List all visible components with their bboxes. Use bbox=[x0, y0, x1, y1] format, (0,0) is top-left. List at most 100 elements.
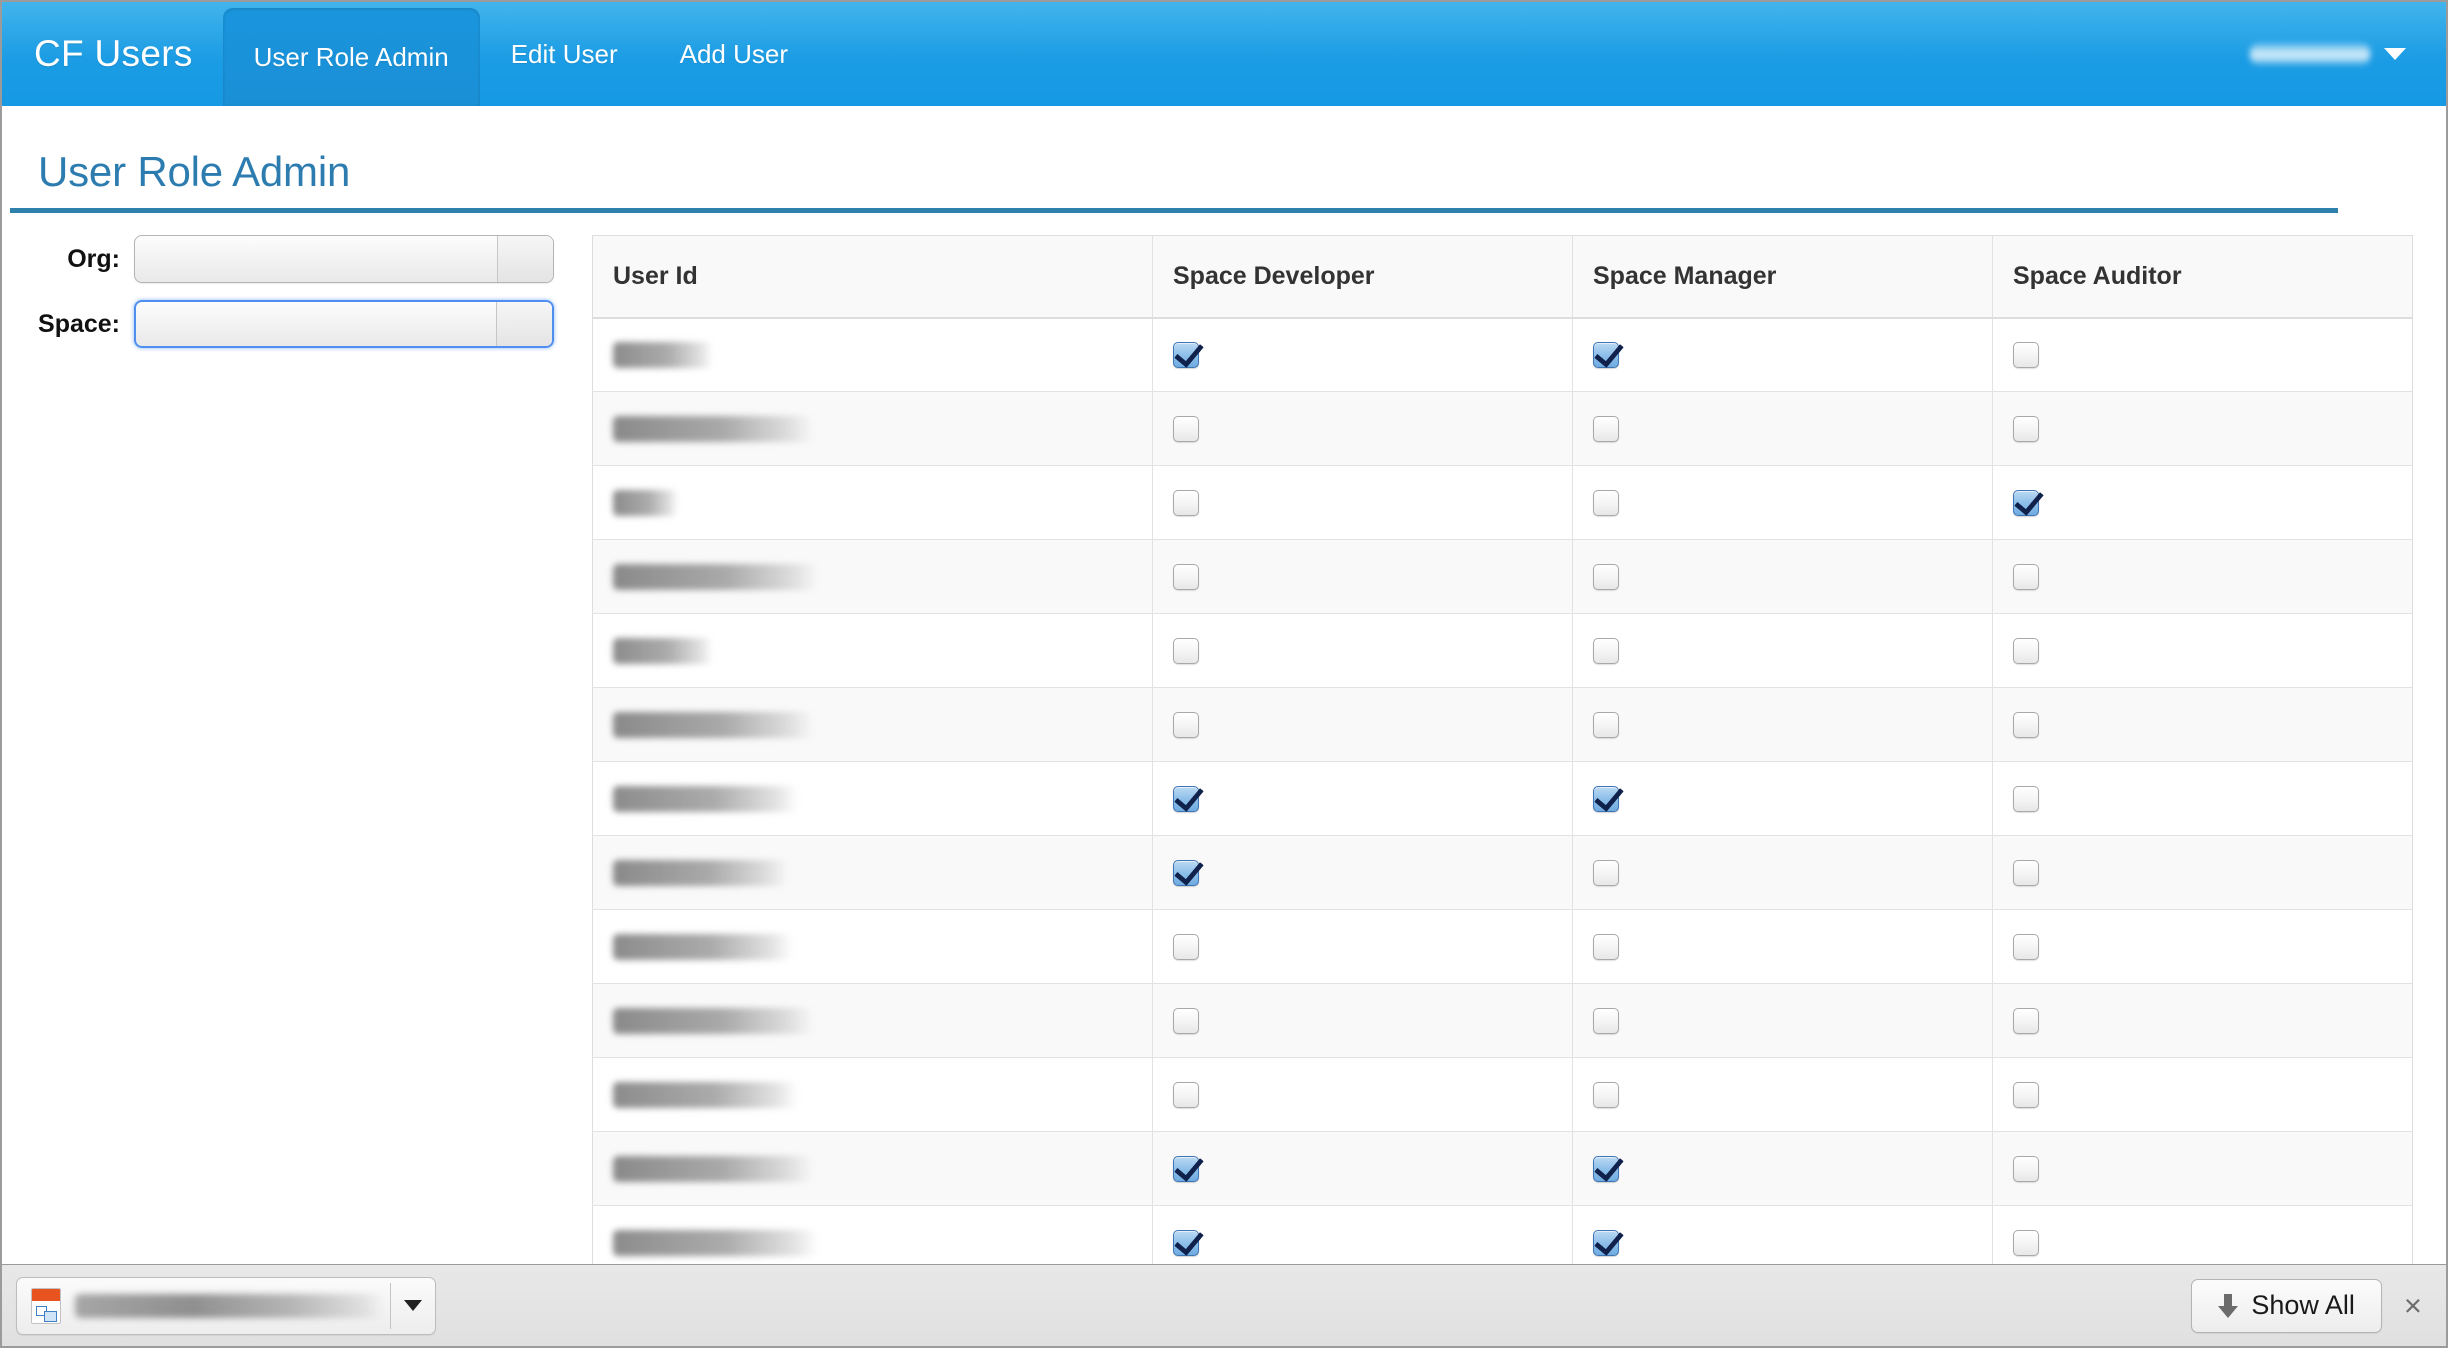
table-row bbox=[593, 762, 2413, 836]
download-arrow-icon bbox=[2218, 1294, 2238, 1318]
cell-user-id bbox=[593, 466, 1153, 540]
user-id-value bbox=[613, 934, 793, 960]
space-developer-checkbox[interactable] bbox=[1173, 490, 1199, 516]
space-manager-checkbox[interactable] bbox=[1593, 1230, 1619, 1256]
table-row bbox=[593, 688, 2413, 762]
space-developer-checkbox[interactable] bbox=[1173, 934, 1199, 960]
user-menu-label bbox=[2250, 43, 2370, 65]
space-manager-checkbox[interactable] bbox=[1593, 786, 1619, 812]
table-row bbox=[593, 984, 2413, 1058]
space-manager-checkbox[interactable] bbox=[1593, 1008, 1619, 1034]
space-developer-checkbox[interactable] bbox=[1173, 1082, 1199, 1108]
column-header-user-id: User Id bbox=[593, 236, 1153, 318]
cell-space-developer bbox=[1153, 1058, 1573, 1132]
table-header-row: User Id Space Developer Space Manager Sp… bbox=[593, 236, 2413, 318]
cell-space-developer bbox=[1153, 392, 1573, 466]
cell-space-manager bbox=[1573, 836, 1993, 910]
cell-space-auditor bbox=[1993, 614, 2413, 688]
user-id-value bbox=[613, 712, 813, 738]
space-developer-checkbox[interactable] bbox=[1173, 564, 1199, 590]
user-menu[interactable] bbox=[2250, 2, 2446, 106]
table-row bbox=[593, 1058, 2413, 1132]
powerpoint-file-icon bbox=[31, 1288, 61, 1324]
space-label: Space: bbox=[32, 310, 134, 339]
cell-user-id bbox=[593, 392, 1153, 466]
space-auditor-checkbox[interactable] bbox=[2013, 1008, 2039, 1034]
space-auditor-checkbox[interactable] bbox=[2013, 1230, 2039, 1256]
space-auditor-checkbox[interactable] bbox=[2013, 638, 2039, 664]
space-manager-checkbox[interactable] bbox=[1593, 416, 1619, 442]
space-manager-checkbox[interactable] bbox=[1593, 934, 1619, 960]
space-manager-checkbox[interactable] bbox=[1593, 342, 1619, 368]
cell-space-auditor bbox=[1993, 836, 2413, 910]
table-row bbox=[593, 540, 2413, 614]
user-id-value bbox=[613, 1156, 813, 1182]
cell-space-manager bbox=[1573, 614, 1993, 688]
cell-space-auditor bbox=[1993, 1132, 2413, 1206]
space-developer-checkbox[interactable] bbox=[1173, 786, 1199, 812]
user-roles-table: User Id Space Developer Space Manager Sp… bbox=[592, 235, 2413, 1280]
space-select[interactable] bbox=[134, 300, 554, 348]
space-auditor-checkbox[interactable] bbox=[2013, 564, 2039, 590]
user-id-value bbox=[613, 638, 713, 664]
cell-space-developer bbox=[1153, 318, 1573, 392]
space-auditor-checkbox[interactable] bbox=[2013, 416, 2039, 442]
space-developer-checkbox[interactable] bbox=[1173, 1008, 1199, 1034]
cell-space-auditor bbox=[1993, 466, 2413, 540]
user-id-value bbox=[613, 1008, 813, 1034]
cell-space-developer bbox=[1153, 910, 1573, 984]
space-developer-checkbox[interactable] bbox=[1173, 1230, 1199, 1256]
space-auditor-checkbox[interactable] bbox=[2013, 1156, 2039, 1182]
cell-space-auditor bbox=[1993, 762, 2413, 836]
filter-form: Org: Space: bbox=[2, 235, 592, 365]
table-row bbox=[593, 392, 2413, 466]
space-developer-checkbox[interactable] bbox=[1173, 860, 1199, 886]
space-auditor-checkbox[interactable] bbox=[2013, 786, 2039, 812]
download-item[interactable] bbox=[16, 1277, 436, 1335]
user-id-value bbox=[613, 860, 788, 886]
space-manager-checkbox[interactable] bbox=[1593, 1156, 1619, 1182]
space-manager-checkbox[interactable] bbox=[1593, 712, 1619, 738]
close-download-bar-button[interactable]: × bbox=[2404, 1290, 2422, 1321]
nav-item-edit-user[interactable]: Edit User bbox=[480, 2, 649, 106]
space-developer-checkbox[interactable] bbox=[1173, 416, 1199, 442]
space-auditor-checkbox[interactable] bbox=[2013, 712, 2039, 738]
cell-user-id bbox=[593, 318, 1153, 392]
space-auditor-checkbox[interactable] bbox=[2013, 860, 2039, 886]
space-developer-checkbox[interactable] bbox=[1173, 638, 1199, 664]
space-developer-checkbox[interactable] bbox=[1173, 1156, 1199, 1182]
cell-space-auditor bbox=[1993, 910, 2413, 984]
cell-space-auditor bbox=[1993, 318, 2413, 392]
space-manager-checkbox[interactable] bbox=[1593, 564, 1619, 590]
column-header-space-manager: Space Manager bbox=[1573, 236, 1993, 318]
user-id-value bbox=[613, 1230, 818, 1256]
space-auditor-checkbox[interactable] bbox=[2013, 1082, 2039, 1108]
space-auditor-checkbox[interactable] bbox=[2013, 490, 2039, 516]
space-manager-checkbox[interactable] bbox=[1593, 860, 1619, 886]
space-auditor-checkbox[interactable] bbox=[2013, 342, 2039, 368]
cell-space-developer bbox=[1153, 540, 1573, 614]
cell-space-manager bbox=[1573, 392, 1993, 466]
org-select[interactable] bbox=[134, 235, 554, 283]
cell-space-developer bbox=[1153, 614, 1573, 688]
space-manager-checkbox[interactable] bbox=[1593, 1082, 1619, 1108]
space-developer-checkbox[interactable] bbox=[1173, 342, 1199, 368]
cell-space-developer bbox=[1153, 688, 1573, 762]
show-all-button[interactable]: Show All bbox=[2191, 1279, 2382, 1333]
download-menu-button[interactable] bbox=[391, 1300, 435, 1311]
cell-space-manager bbox=[1573, 984, 1993, 1058]
space-developer-checkbox[interactable] bbox=[1173, 712, 1199, 738]
cell-user-id bbox=[593, 1132, 1153, 1206]
cell-space-developer bbox=[1153, 1132, 1573, 1206]
space-manager-checkbox[interactable] bbox=[1593, 490, 1619, 516]
nav-item-add-user[interactable]: Add User bbox=[649, 2, 819, 106]
cell-space-manager bbox=[1573, 762, 1993, 836]
nav-item-user-role-admin[interactable]: User Role Admin bbox=[223, 8, 480, 106]
brand-link[interactable]: CF Users bbox=[20, 2, 223, 106]
space-row: Space: bbox=[32, 300, 592, 348]
space-manager-checkbox[interactable] bbox=[1593, 638, 1619, 664]
cell-space-developer bbox=[1153, 762, 1573, 836]
cell-user-id bbox=[593, 688, 1153, 762]
page-body: User Role Admin Org: Space: bbox=[2, 106, 2446, 1280]
space-auditor-checkbox[interactable] bbox=[2013, 934, 2039, 960]
